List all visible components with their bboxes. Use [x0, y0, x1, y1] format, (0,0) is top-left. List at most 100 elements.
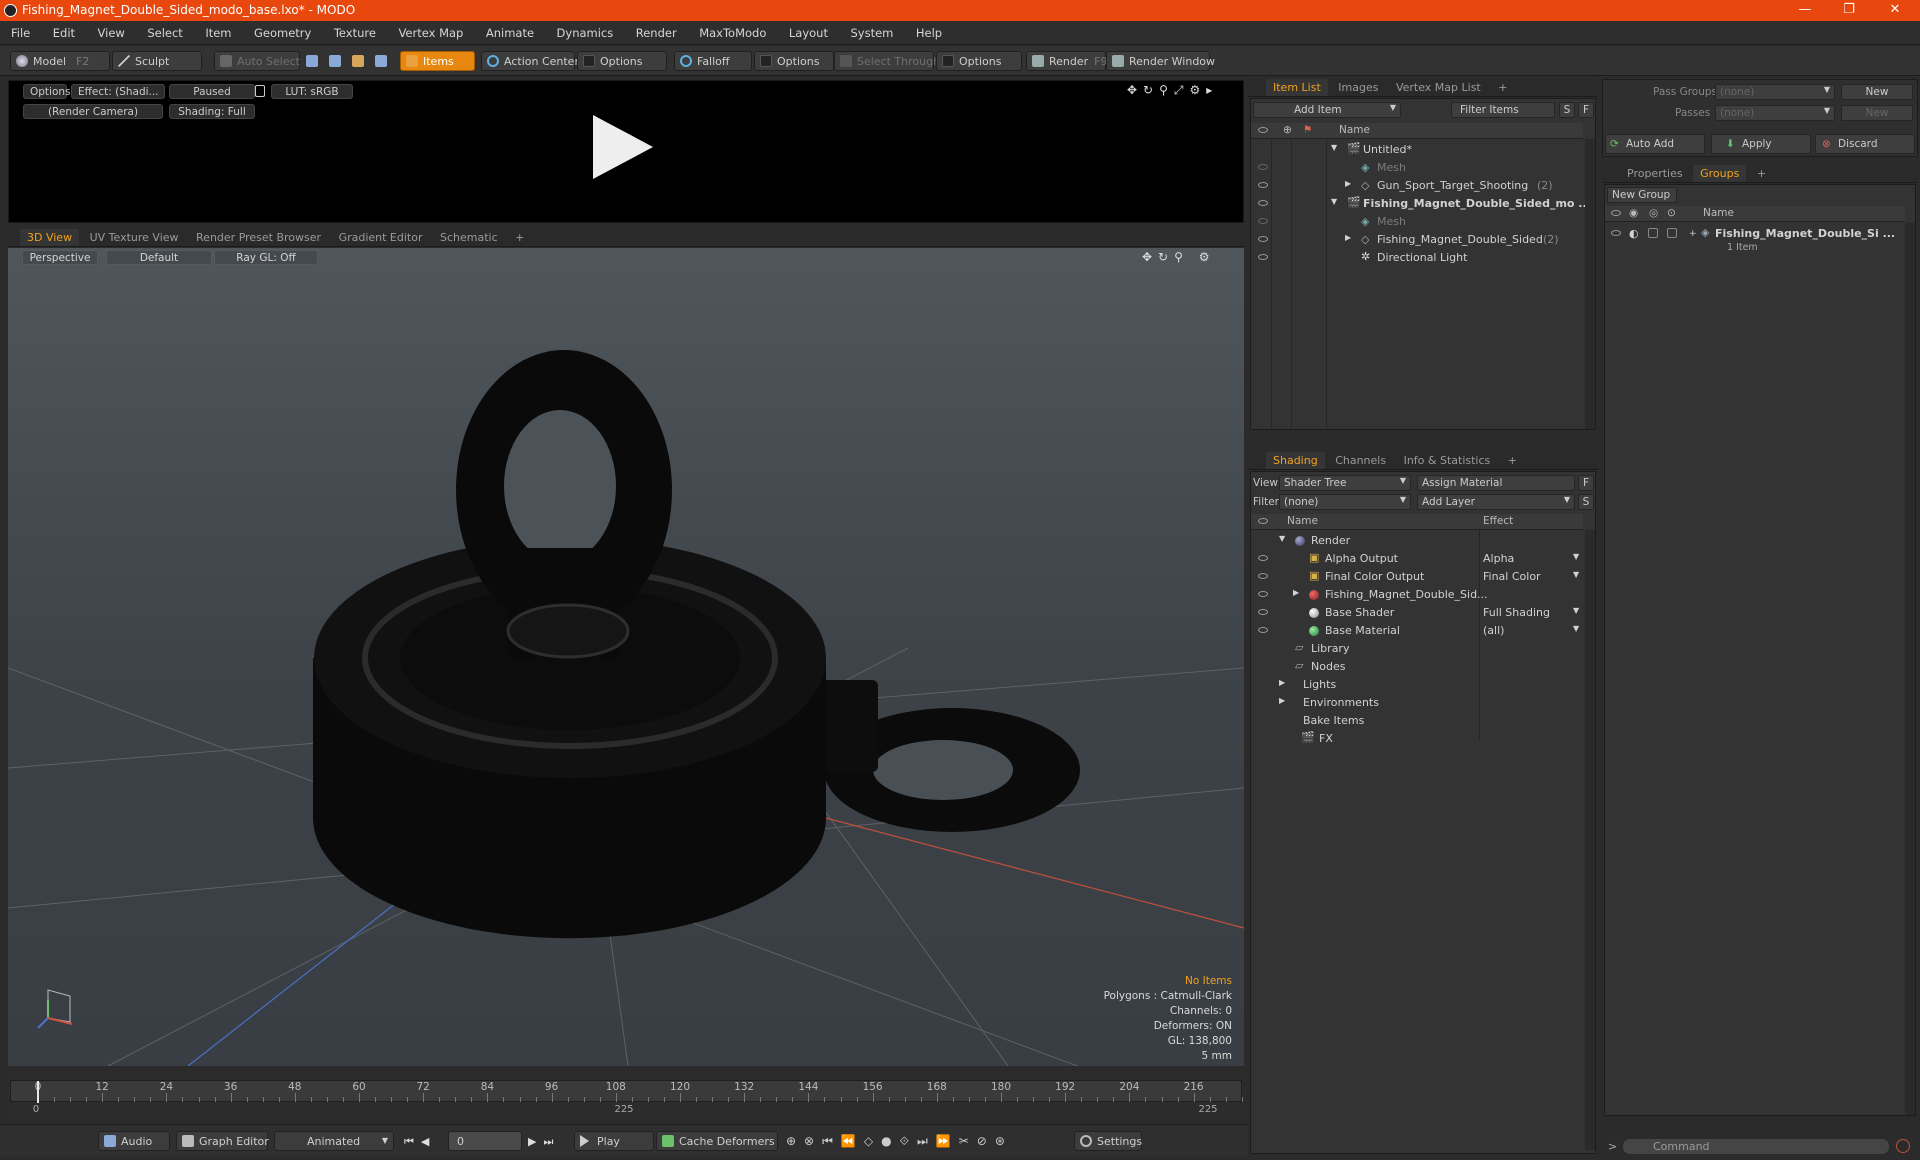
- shader-row-lights[interactable]: ▶ Lights: [1251, 676, 1583, 694]
- new-pass-button[interactable]: New: [1841, 105, 1913, 121]
- tab-shading[interactable]: Shading: [1266, 452, 1325, 469]
- tab-schematic[interactable]: Schematic: [433, 229, 505, 246]
- preview-options-button[interactable]: Options: [23, 84, 71, 99]
- timeline-ruler[interactable]: 0122436486072849610812013214415616818019…: [10, 1080, 1243, 1103]
- material-mode-icon[interactable]: [375, 55, 387, 67]
- eye-icon[interactable]: [1258, 609, 1268, 615]
- graph-editor-button[interactable]: Graph Editor: [176, 1131, 269, 1151]
- chevron-down-icon[interactable]: ▼: [1573, 552, 1579, 561]
- render-toggle-icon[interactable]: ◐: [1629, 227, 1639, 240]
- action-center-button[interactable]: Action Center: [481, 51, 579, 71]
- chevron-down-icon[interactable]: ▼: [1573, 606, 1579, 615]
- menu-geometry[interactable]: Geometry: [243, 21, 319, 40]
- filter-dropdown[interactable]: (none) ▼: [1279, 494, 1411, 510]
- shader-row-base-shader[interactable]: Base Shader Full Shading ▼: [1251, 604, 1583, 622]
- shader-row-fishing-magnet[interactable]: ▶ Fishing_Magnet_Double_Sid...: [1251, 586, 1583, 604]
- eye-icon[interactable]: [1258, 591, 1268, 597]
- lock-icon[interactable]: [255, 85, 265, 97]
- minimize-button[interactable]: —: [1790, 2, 1820, 19]
- tab-render-preset-browser[interactable]: Render Preset Browser: [189, 229, 328, 246]
- menu-texture[interactable]: Texture: [323, 21, 384, 40]
- shader-row-environments[interactable]: ▶ Environments: [1251, 694, 1583, 712]
- eye-icon[interactable]: [1258, 573, 1268, 579]
- shading-scrollbar[interactable]: [1585, 530, 1595, 1150]
- 3d-viewport[interactable]: Perspective Default Ray GL: Off ✥↻⚲ ⚙ No…: [8, 248, 1244, 1066]
- assign-material-input[interactable]: Assign Material: [1417, 475, 1575, 491]
- item-row-fishing-magnet-scene[interactable]: ▼ 🎬 Fishing_Magnet_Double_Sided_mo ...: [1251, 195, 1591, 213]
- sculpt-mode-button[interactable]: Sculpt: [112, 51, 202, 71]
- eye-icon[interactable]: [1258, 254, 1268, 260]
- eye-icon[interactable]: [1611, 230, 1621, 236]
- play-icon[interactable]: [593, 115, 653, 179]
- s-button[interactable]: S: [1559, 102, 1575, 118]
- select-through-options-button[interactable]: Options: [936, 51, 1022, 71]
- tab-item-list[interactable]: Item List: [1266, 79, 1328, 96]
- lock-checkbox[interactable]: [1648, 228, 1658, 238]
- item-list-scrollbar[interactable]: [1585, 139, 1595, 429]
- vertex-mode-icon[interactable]: [306, 55, 318, 67]
- menu-system[interactable]: System: [839, 21, 901, 40]
- auto-add-button[interactable]: ⟳ Auto Add: [1605, 134, 1705, 154]
- close-button[interactable]: ✕: [1880, 2, 1910, 19]
- shading-dropdown[interactable]: Shading: Full: [169, 104, 255, 119]
- tab-properties[interactable]: Properties: [1620, 165, 1690, 182]
- menu-layout[interactable]: Layout: [778, 21, 836, 40]
- passes-dropdown[interactable]: (none) ▼: [1715, 105, 1835, 121]
- expand-arrow-icon[interactable]: ▶: [1345, 233, 1351, 242]
- tab-channels[interactable]: Channels: [1328, 452, 1393, 469]
- item-row-fishing-magnet[interactable]: ▶ ◇ Fishing_Magnet_Double_Sided (2): [1251, 231, 1583, 249]
- animated-dropdown[interactable]: Animated ▼: [274, 1131, 394, 1151]
- chevron-down-icon[interactable]: ▼: [1573, 624, 1579, 633]
- tab-gradient-editor[interactable]: Gradient Editor: [332, 229, 430, 246]
- eye-icon[interactable]: [1258, 218, 1268, 224]
- expand-arrow-icon[interactable]: ▶: [1279, 678, 1285, 687]
- playhead-marker[interactable]: [37, 1081, 39, 1103]
- menu-view[interactable]: View: [87, 21, 133, 40]
- menu-animate[interactable]: Animate: [475, 21, 542, 40]
- tab-images[interactable]: Images: [1331, 79, 1385, 96]
- eye-icon[interactable]: [1258, 164, 1268, 170]
- menu-file[interactable]: File: [0, 21, 38, 40]
- key-tool-icons[interactable]: ⊕⊗⏮⏪◇●⟐⏭⏩✂⊘⊛: [786, 1134, 1013, 1149]
- tab-uv-texture-view[interactable]: UV Texture View: [83, 229, 186, 246]
- chevron-down-icon[interactable]: ▼: [1573, 570, 1579, 579]
- filter-items-input[interactable]: Filter Items: [1451, 102, 1555, 118]
- settings-button[interactable]: Settings: [1074, 1131, 1142, 1151]
- shader-row-library[interactable]: ▱ Library: [1251, 640, 1583, 658]
- f-button[interactable]: F: [1578, 102, 1594, 118]
- shader-row-nodes[interactable]: ▱ Nodes: [1251, 658, 1583, 676]
- frame-input[interactable]: 0: [448, 1131, 522, 1151]
- eye-icon[interactable]: [1258, 236, 1268, 242]
- audio-button[interactable]: Audio: [98, 1131, 170, 1151]
- add-tab-button[interactable]: +: [1501, 452, 1524, 469]
- apply-button[interactable]: ⬇ Apply: [1711, 134, 1811, 154]
- shader-row-bake-items[interactable]: Bake Items: [1251, 712, 1583, 730]
- item-row-mesh-2[interactable]: ◈ Mesh: [1251, 213, 1583, 231]
- eye-icon[interactable]: [1258, 182, 1268, 188]
- render-window-button[interactable]: Render Window: [1106, 51, 1215, 71]
- render-preview[interactable]: Options Effect: (Shadi... Paused LUT: sR…: [8, 80, 1244, 223]
- eye-icon[interactable]: [1258, 555, 1268, 561]
- play-button[interactable]: Play: [574, 1131, 654, 1151]
- polygon-mode-icon[interactable]: [352, 55, 364, 67]
- add-tab-button[interactable]: +: [1491, 79, 1514, 96]
- tab-3d-view[interactable]: 3D View: [20, 229, 80, 246]
- menu-help[interactable]: Help: [905, 21, 950, 40]
- action-center-options-button[interactable]: Options: [577, 51, 667, 71]
- group-row-fishing-magnet[interactable]: ◐ + ◈ Fishing_Magnet_Double_Si ... 1 Ite…: [1605, 225, 1905, 255]
- tab-groups[interactable]: Groups: [1693, 165, 1747, 182]
- item-row-untitled[interactable]: ▼ 🎬 Untitled*: [1251, 141, 1583, 159]
- groups-scrollbar[interactable]: [1905, 223, 1915, 1115]
- timeline[interactable]: 0 12 24 36 48 60 72 84 96 108 120 132 144 156 168 180 19…: [8, 1074, 1244, 1118]
- render-camera-dropdown[interactable]: (Render Camera): [23, 104, 163, 119]
- select-checkbox[interactable]: [1667, 228, 1677, 238]
- expand-plus-icon[interactable]: +: [1689, 229, 1697, 239]
- add-layer-dropdown[interactable]: Add Layer ▼: [1417, 494, 1575, 510]
- items-mode-button[interactable]: Items: [400, 51, 475, 71]
- eye-icon[interactable]: [1258, 200, 1268, 206]
- menu-dynamics[interactable]: Dynamics: [546, 21, 622, 40]
- f-button[interactable]: F: [1578, 475, 1594, 491]
- select-through-button[interactable]: Select Through: [834, 51, 940, 71]
- shader-row-final-color-output[interactable]: ▣ Final Color Output Final Color ▼: [1251, 568, 1583, 586]
- falloff-button[interactable]: Falloff: [674, 51, 752, 71]
